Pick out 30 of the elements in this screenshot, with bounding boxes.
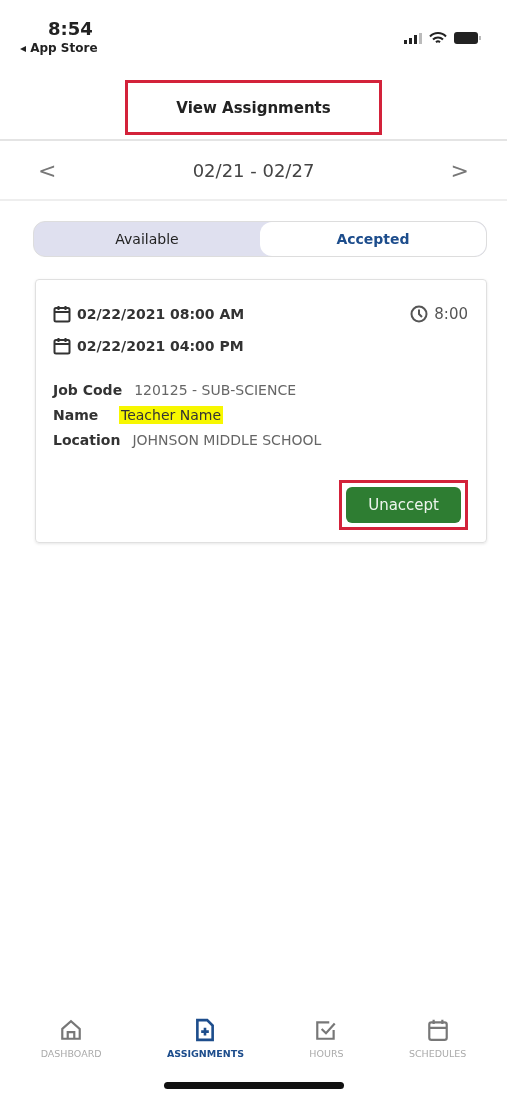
unaccept-button[interactable]: Unaccept	[346, 487, 461, 523]
calendar-icon	[53, 337, 71, 355]
duration: 8:00	[434, 305, 468, 323]
wifi-icon	[429, 31, 447, 45]
highlighted-value: Teacher Name	[119, 406, 224, 424]
nav-tab[interactable]: DASHBOARD	[34, 1017, 108, 1060]
week-range: 02/21 - 02/27	[192, 159, 315, 181]
start-datetime: 02/22/2021 08:00 AM	[77, 306, 245, 322]
tab[interactable]: Accepted	[260, 222, 486, 256]
field-label: Location	[53, 432, 121, 448]
nav-tab[interactable]: SCHEDULES	[402, 1017, 473, 1060]
field-value: JOHNSON MIDDLE SCHOOL	[132, 432, 322, 448]
field-value: 120125 - SUB-SCIENCE	[134, 382, 297, 398]
battery-icon	[454, 32, 481, 44]
status-time: 8:54	[47, 18, 93, 39]
field-label: Name	[53, 407, 100, 423]
calendar-icon	[425, 1018, 450, 1042]
back-to-app-link[interactable]: ◂ App Store	[20, 41, 98, 55]
field-label: Job Code	[53, 382, 123, 398]
next-week-button[interactable]: >	[446, 157, 473, 183]
clock-icon	[410, 305, 429, 323]
nav-tab[interactable]: HOURS	[303, 1017, 350, 1060]
calendar-icon	[53, 305, 71, 323]
previous-week-button[interactable]: <	[34, 157, 61, 183]
home-icon	[59, 1018, 84, 1042]
page-title: View Assignments	[176, 99, 331, 117]
nav-tab[interactable]: ASSIGNMENTS	[160, 1017, 250, 1060]
signal-icon	[404, 32, 422, 44]
tab[interactable]: Available	[34, 222, 260, 256]
end-datetime: 02/22/2021 04:00 PM	[77, 338, 244, 354]
